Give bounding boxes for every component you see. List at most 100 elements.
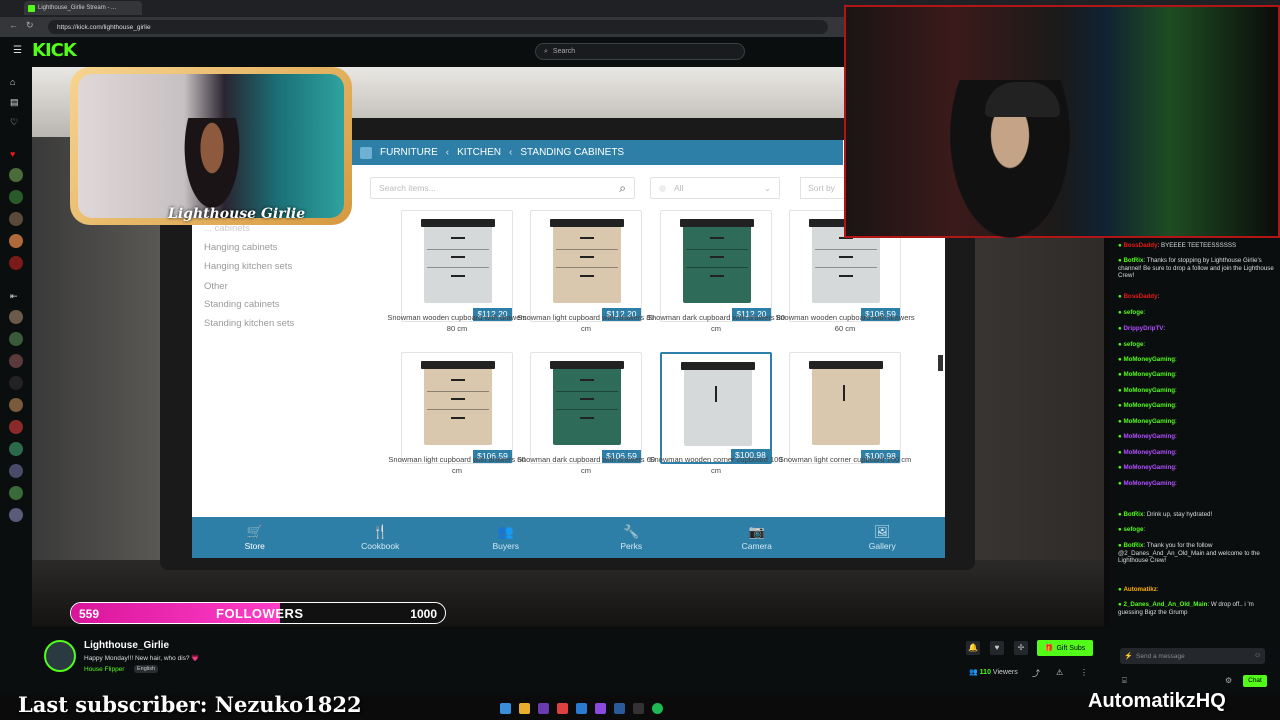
home-icon[interactable]: ⌂ <box>10 77 15 87</box>
category-item[interactable]: Hanging cabinets <box>204 242 277 253</box>
follower-goal-bar: 559 FOLLOWERS 1000 <box>70 602 446 624</box>
chat-username[interactable]: sefoge <box>1123 309 1143 316</box>
item-card[interactable]: $112.20 <box>530 210 642 322</box>
channel-avatar[interactable] <box>9 508 23 522</box>
app-icon[interactable] <box>538 703 549 714</box>
item-card[interactable]: $112.20 <box>660 210 772 322</box>
item-card[interactable]: $106.59 <box>401 352 513 464</box>
chat-tools-icon[interactable]: ⌸ <box>1122 676 1127 686</box>
kick-logo[interactable]: KICK <box>32 40 77 61</box>
channel-avatar[interactable] <box>9 256 23 270</box>
chat-text: : <box>1143 309 1146 316</box>
gift-subs-button[interactable]: 🎁 Gift Subs <box>1037 640 1093 656</box>
chat-username[interactable]: sefoge <box>1123 526 1143 533</box>
collapse-icon[interactable]: ⇤ <box>10 291 18 302</box>
channel-avatar[interactable] <box>9 234 23 248</box>
channel-avatar[interactable] <box>9 464 23 478</box>
heart-icon[interactable]: ♥ <box>990 641 1004 655</box>
channel-avatar[interactable] <box>9 168 23 182</box>
share-icon[interactable]: ⤴ <box>1032 668 1040 679</box>
channel-name[interactable]: Lighthouse_Girlie <box>84 640 169 651</box>
chat-username[interactable]: Automatikz <box>1123 586 1156 593</box>
category-item[interactable]: Other <box>204 281 228 292</box>
chrome-icon[interactable] <box>557 703 568 714</box>
chat-username[interactable]: MoMoneyGaming <box>1123 449 1175 456</box>
chat-username[interactable]: MoMoneyGaming <box>1123 356 1175 363</box>
chat-username[interactable]: MoMoneyGaming <box>1123 433 1175 440</box>
edge-icon[interactable] <box>576 703 587 714</box>
more-icon[interactable]: ⋮ <box>1080 668 1088 677</box>
following-icon[interactable]: ♡ <box>10 117 18 128</box>
chat-username[interactable]: DrippyDripTV <box>1123 325 1163 332</box>
channel-avatar[interactable] <box>9 420 23 434</box>
channel-avatar[interactable] <box>44 640 76 672</box>
back-icon[interactable]: ← <box>9 20 18 30</box>
chat-send-button[interactable]: Chat <box>1243 675 1267 687</box>
chat-username[interactable]: MoMoneyGaming <box>1123 371 1175 378</box>
nav-cookbook[interactable]: 🍴 Cookbook <box>318 517 444 558</box>
browse-icon[interactable]: ▤ <box>10 97 19 108</box>
steam-icon[interactable] <box>614 703 625 714</box>
emoji-icon[interactable]: ☺ <box>1254 652 1261 659</box>
chat-username[interactable]: 2_Danes_And_An_Old_Main <box>1123 601 1207 608</box>
settings-icon[interactable]: ⚙ <box>1225 676 1232 685</box>
breadcrumb-furniture[interactable]: FURNITURE <box>380 147 438 158</box>
chat-username[interactable]: MoMoneyGaming <box>1123 480 1175 487</box>
chat-username[interactable]: MoMoneyGaming <box>1123 387 1175 394</box>
chat-username[interactable]: BotRix <box>1123 511 1143 518</box>
channel-avatar[interactable] <box>9 190 23 204</box>
chat-username[interactable]: BossDaddy <box>1123 293 1157 300</box>
cabinet-image <box>421 361 495 445</box>
nav-perks[interactable]: 🔧 Perks <box>569 517 695 558</box>
folder-icon[interactable] <box>519 703 530 714</box>
category-item[interactable]: Standing kitchen sets <box>204 318 294 329</box>
channel-avatar[interactable] <box>9 442 23 456</box>
reload-icon[interactable]: ↻ <box>26 20 34 31</box>
channel-avatar[interactable] <box>9 398 23 412</box>
language-badge[interactable]: English <box>134 665 159 673</box>
chat-username[interactable]: BossDaddy <box>1123 242 1157 249</box>
filter-dropdown[interactable]: All ⌄ <box>650 177 780 199</box>
nav-gallery[interactable]: 🖼 Gallery <box>820 517 946 558</box>
chat-message: ● MoMoneyGaming: <box>1118 371 1274 379</box>
chat-username[interactable]: MoMoneyGaming <box>1123 418 1175 425</box>
obs-icon[interactable] <box>633 703 644 714</box>
item-card[interactable]: $112.20 <box>401 210 513 322</box>
item-card[interactable]: $100.98 <box>789 352 901 464</box>
channel-avatar[interactable] <box>9 310 23 324</box>
chat-username[interactable]: BotRix <box>1123 542 1143 549</box>
item-card[interactable]: $100.98 <box>660 352 772 464</box>
chat-username[interactable]: sefoge <box>1123 341 1143 348</box>
nav-buyers[interactable]: 👥 Buyers <box>443 517 569 558</box>
channel-avatar[interactable] <box>9 354 23 368</box>
channel-avatar[interactable] <box>9 486 23 500</box>
emote-icon[interactable]: ⚡ <box>1124 652 1133 660</box>
stream-category[interactable]: House Flipper <box>84 666 124 673</box>
chat-username[interactable]: MoMoneyGaming <box>1123 402 1175 409</box>
windows-icon[interactable] <box>500 703 511 714</box>
nav-camera[interactable]: 📷 Camera <box>694 517 820 558</box>
pin-icon[interactable]: ✢ <box>1014 641 1028 655</box>
menu-icon[interactable]: ☰ <box>13 45 22 56</box>
breadcrumb-standing-cabinets[interactable]: STANDING CABINETS <box>520 147 624 158</box>
discord-icon[interactable] <box>595 703 606 714</box>
item-card[interactable]: $106.59 <box>530 352 642 464</box>
breadcrumb-kitchen[interactable]: KITCHEN <box>457 147 501 158</box>
search-input[interactable]: ⌕ Search <box>535 43 745 60</box>
bell-icon[interactable]: 🔔 <box>966 641 980 655</box>
url-field[interactable]: https://kick.com/lighthouse_girlie <box>48 20 828 34</box>
scrollbar[interactable] <box>938 355 943 371</box>
channel-avatar[interactable] <box>9 212 23 226</box>
category-item[interactable]: Standing cabinets <box>204 299 280 310</box>
category-item[interactable]: Hanging kitchen sets <box>204 261 292 272</box>
channel-avatar[interactable] <box>9 332 23 346</box>
chat-input[interactable]: Send a message <box>1120 648 1265 664</box>
item-search-input[interactable]: Search items... ⌕ <box>370 177 635 199</box>
spotify-icon[interactable] <box>652 703 663 714</box>
report-icon[interactable]: ⚠ <box>1056 668 1063 677</box>
nav-store[interactable]: 🛒 Store <box>192 517 318 558</box>
chat-username[interactable]: MoMoneyGaming <box>1123 464 1175 471</box>
browser-tab[interactable]: Lighthouse_Girlie Stream - ... <box>24 1 142 15</box>
channel-avatar[interactable] <box>9 376 23 390</box>
chat-username[interactable]: BotRix <box>1123 257 1143 264</box>
